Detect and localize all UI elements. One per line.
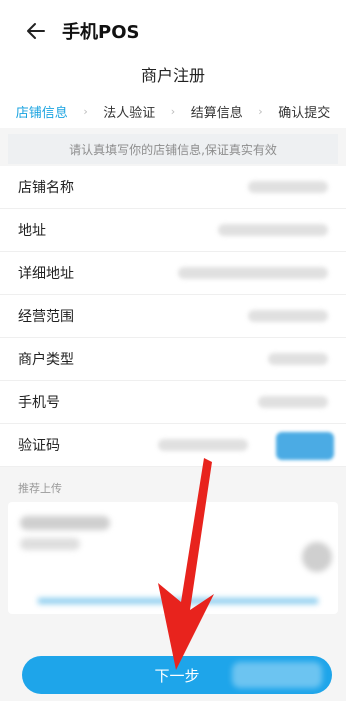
step-legal-verify: 法人验证	[103, 105, 156, 121]
form-row-store-name[interactable]: 店铺名称	[0, 166, 346, 209]
store-info-form: 店铺名称 地址 详细地址 经营范围 商户类型 手机号 验证码	[0, 166, 346, 467]
section-label-recommend-upload: 推荐上传	[18, 482, 62, 495]
field-label: 地址	[18, 223, 46, 239]
phone-input[interactable]	[258, 396, 328, 408]
address-picker[interactable]	[218, 224, 328, 236]
step-store-info: 店铺信息	[15, 105, 68, 121]
get-code-button[interactable]	[276, 432, 334, 460]
step-settlement-info: 结算信息	[190, 105, 243, 121]
form-row-verify-code[interactable]: 验证码	[0, 424, 346, 467]
app-header: 手机POS	[0, 8, 346, 54]
upload-link-blurred[interactable]	[38, 598, 318, 604]
notice-banner: 请认真填写你的店铺信息,保证真实有效	[8, 134, 338, 164]
step-indicator: 店铺信息 › 法人验证 › 结算信息 › 确认提交	[0, 94, 346, 128]
store-name-input[interactable]	[248, 181, 328, 193]
upload-card[interactable]	[8, 502, 338, 614]
verify-code-input[interactable]	[158, 439, 248, 451]
field-label: 详细地址	[18, 266, 74, 282]
business-scope-picker[interactable]	[248, 310, 328, 322]
chevron-right-icon: ›	[170, 104, 176, 118]
app-title: 手机POS	[62, 22, 140, 43]
upload-subtitle-blurred	[20, 538, 80, 550]
field-label: 商户类型	[18, 352, 74, 368]
form-row-merchant-type[interactable]: 商户类型	[0, 338, 346, 381]
page-title-bar: 商户注册	[0, 54, 346, 94]
upload-icon[interactable]	[302, 542, 332, 572]
status-bar	[0, 0, 346, 8]
watermark	[232, 662, 322, 688]
step-confirm-submit: 确认提交	[278, 105, 331, 121]
form-row-detail-address[interactable]: 详细地址	[0, 252, 346, 295]
chevron-right-icon: ›	[258, 104, 263, 118]
chevron-right-icon: ›	[83, 104, 88, 118]
field-label: 手机号	[18, 395, 60, 411]
form-row-phone[interactable]: 手机号	[0, 381, 346, 424]
merchant-type-picker[interactable]	[268, 353, 328, 365]
detail-address-input[interactable]	[178, 267, 328, 279]
field-label: 经营范围	[18, 309, 74, 325]
back-button[interactable]	[18, 13, 54, 49]
field-label: 店铺名称	[18, 180, 74, 196]
upload-title-blurred	[20, 516, 110, 530]
form-row-address[interactable]: 地址	[0, 209, 346, 252]
field-label: 验证码	[18, 438, 60, 454]
back-arrow-icon	[27, 23, 45, 39]
page-title: 商户注册	[140, 66, 205, 85]
form-row-business-scope[interactable]: 经营范围	[0, 295, 346, 338]
